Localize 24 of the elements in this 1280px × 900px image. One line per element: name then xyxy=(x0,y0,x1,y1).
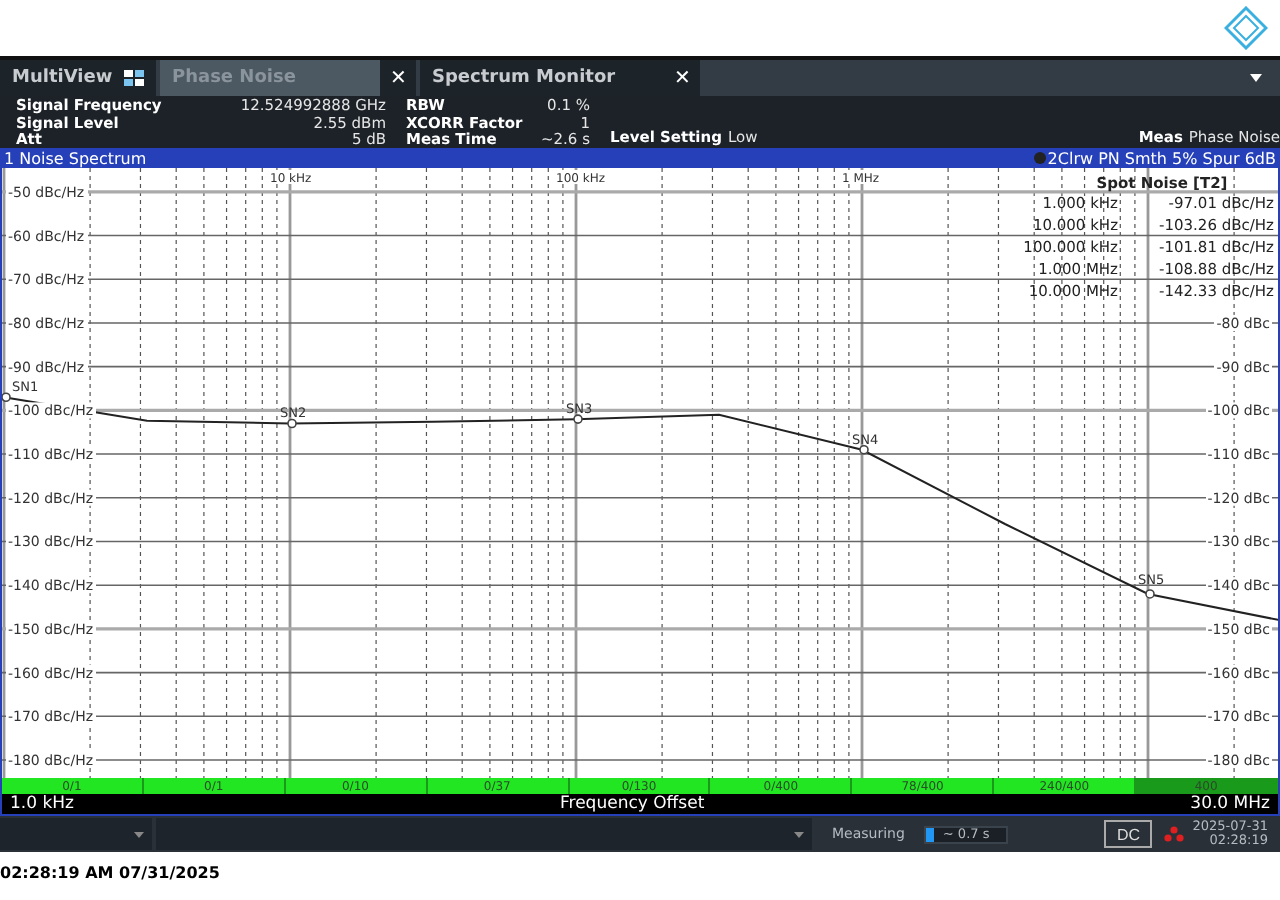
dropdown[interactable] xyxy=(0,818,152,850)
tab[interactable]: Phase Noise ✕ xyxy=(160,60,416,96)
dropdown[interactable] xyxy=(156,818,812,850)
logo-icon xyxy=(1224,6,1268,50)
trace-info: 2Clrw PN Smth 5% Spur 6dB xyxy=(1047,149,1276,167)
marker-point xyxy=(573,414,583,424)
timestamp: 02:28:19 AM 07/31/2025 xyxy=(0,862,222,882)
tab[interactable]: MultiView xyxy=(0,60,156,96)
dc-button[interactable]: DC xyxy=(1104,820,1153,848)
caret-icon[interactable] xyxy=(1250,74,1262,82)
axis-title: Frequency Offset xyxy=(560,794,705,814)
network-icon xyxy=(1164,826,1185,842)
axis-stop: 30.0 MHz xyxy=(1190,794,1270,814)
trace-icon xyxy=(1033,152,1046,164)
tab[interactable]: Spectrum Monitor ✕ xyxy=(420,60,700,96)
caret-icon xyxy=(794,831,804,837)
window-title: 1 Noise Spectrum xyxy=(4,149,147,167)
marker-point xyxy=(1145,589,1155,599)
marker-point xyxy=(287,418,297,429)
marker-point xyxy=(859,444,869,455)
caret-icon xyxy=(134,831,144,837)
close-button[interactable]: ✕ xyxy=(380,60,416,96)
axis-start: 1.0 kHz xyxy=(10,794,74,814)
grid-icon xyxy=(124,70,144,86)
